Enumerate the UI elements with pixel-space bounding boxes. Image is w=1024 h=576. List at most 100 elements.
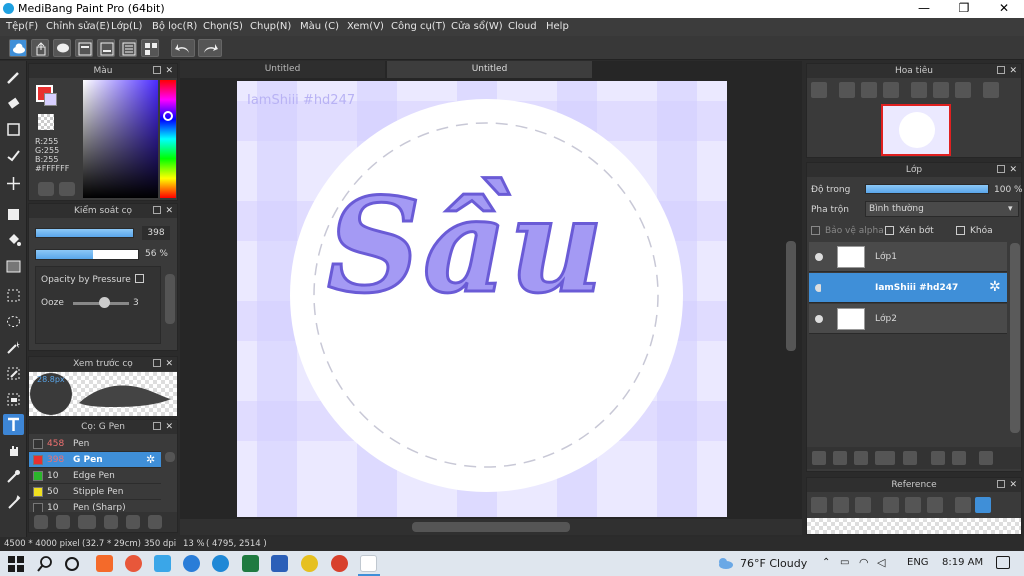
brush-list-item[interactable]: 398 G Pen ✲ [29,452,161,468]
text-tool[interactable] [3,414,24,435]
chrome-icon[interactable] [331,555,348,572]
new-color-layer-icon[interactable] [833,451,847,465]
close-icon[interactable]: ✕ [984,1,1024,15]
undo-button[interactable] [171,39,195,57]
opacity-by-pressure-checkbox[interactable] [135,274,144,283]
windows-start-icon[interactable] [8,556,24,572]
move-tool[interactable] [3,173,24,194]
expand-icon[interactable] [153,66,161,74]
menu-color[interactable]: Màu (C) [300,21,339,32]
close-icon[interactable]: ✕ [165,64,173,78]
gear-icon[interactable]: ✲ [146,453,155,466]
ooze-slider-handle[interactable] [99,297,110,308]
panel-button-1[interactable] [75,39,93,57]
menu-capture[interactable]: Chụp(N) [250,21,291,32]
document-canvas[interactable]: IamShiii #hd247 Sầu [237,81,727,517]
menu-select[interactable]: Chọn(S) [203,21,243,32]
add-brush-icon[interactable] [34,515,48,529]
magic-wand-tool[interactable] [3,337,24,358]
brush-list-item[interactable]: 50 Stipple Pen [29,484,161,500]
language-indicator[interactable]: ENG [907,557,929,568]
secondary-color-swatch[interactable] [44,93,57,106]
menu-tools[interactable]: Công cụ(T) [391,21,446,32]
expand-icon[interactable] [997,66,1005,74]
new-halftone-layer-icon[interactable] [854,451,868,465]
lock-checkbox[interactable] [956,226,965,235]
palette-button[interactable] [38,182,54,196]
edge-icon[interactable] [212,555,229,572]
bucket-tool[interactable] [3,230,24,251]
panel-button-2[interactable] [97,39,115,57]
color-set-button[interactable] [59,182,75,196]
visibility-icon[interactable] [815,315,823,323]
clock[interactable]: 8:19 AM [942,557,983,568]
menu-layer[interactable]: Lớp(L) [111,21,142,32]
volume-icon[interactable]: ◁ [877,556,885,569]
expand-icon[interactable] [997,165,1005,173]
layer-row[interactable]: IamShiii #hd247 ✲ [809,273,1007,303]
comment-button[interactable] [53,39,71,57]
menu-view[interactable]: Xem(V) [347,21,384,32]
new-layer-icon[interactable] [812,451,826,465]
monitor-icon[interactable] [154,555,171,572]
redo-button[interactable] [198,39,222,57]
open-folder-icon[interactable] [833,497,849,513]
network-icon[interactable]: ▭ [840,557,849,568]
brush-size-slider[interactable] [35,228,134,238]
word-icon[interactable] [271,555,288,572]
powerpoint-icon[interactable] [96,555,113,572]
notification-icon[interactable] [996,556,1010,569]
fit-screen-icon[interactable] [933,82,949,98]
eyedropper-tool[interactable] [3,466,24,487]
brush-menu-icon[interactable] [78,515,96,529]
fit-icon[interactable] [861,82,877,98]
vertical-scrollbar[interactable] [786,241,796,351]
clipping-checkbox[interactable] [885,226,894,235]
visibility-icon[interactable] [815,253,823,261]
close-icon[interactable]: ✕ [1009,478,1017,492]
line-tool[interactable] [3,145,24,166]
menu-filter[interactable]: Bộ lọc(R) [152,21,197,32]
flip-icon[interactable] [983,82,999,98]
horizontal-scrollbar[interactable] [412,522,570,532]
hue-slider[interactable] [160,80,176,198]
gradient-tool[interactable] [3,256,24,277]
layer-row[interactable]: Lớp2 [809,304,1007,334]
dropper-tool[interactable] [3,492,24,513]
transparent-color-swatch[interactable] [38,114,54,130]
duplicate-layer-icon[interactable] [931,451,945,465]
tab-untitled-2[interactable]: Untitled [387,61,592,78]
protect-alpha-checkbox[interactable] [811,226,820,235]
eraser-tool[interactable] [3,93,24,114]
new-brush-icon[interactable] [56,515,70,529]
fit-icon[interactable] [905,497,921,513]
lasso-tool[interactable] [3,311,24,332]
hue-handle[interactable] [163,111,173,121]
trash-icon[interactable] [979,451,993,465]
excel-icon[interactable] [242,555,259,572]
medibang-icon[interactable] [360,555,377,572]
app-icon-red[interactable] [125,555,142,572]
layer-menu-icon[interactable] [875,451,895,465]
menu-edit[interactable]: Chỉnh sửa(E) [46,21,110,32]
expand-icon[interactable] [997,480,1005,488]
rectangle-tool[interactable] [3,119,24,140]
task-view-icon[interactable] [64,556,80,572]
close-icon[interactable]: ✕ [165,357,173,371]
close-icon[interactable]: ✕ [165,204,173,218]
chrome-icon[interactable] [301,555,318,572]
rotate-left-icon[interactable] [911,82,927,98]
search-icon[interactable] [37,556,53,572]
folder-icon[interactable] [903,451,917,465]
rotate-right-icon[interactable] [955,82,971,98]
browser-icon[interactable] [183,555,200,572]
weather-text[interactable]: 76°F Cloudy [740,557,807,570]
brush-size-value[interactable]: 398 [142,226,170,240]
zoom-in-icon[interactable] [883,497,899,513]
duplicate-icon[interactable] [148,515,162,529]
close-icon[interactable]: ✕ [1009,64,1017,78]
zoom-in-icon[interactable] [811,82,827,98]
list-button[interactable] [119,39,137,57]
menu-cloud[interactable]: Cloud [508,21,537,32]
hand-tool[interactable] [3,440,24,461]
